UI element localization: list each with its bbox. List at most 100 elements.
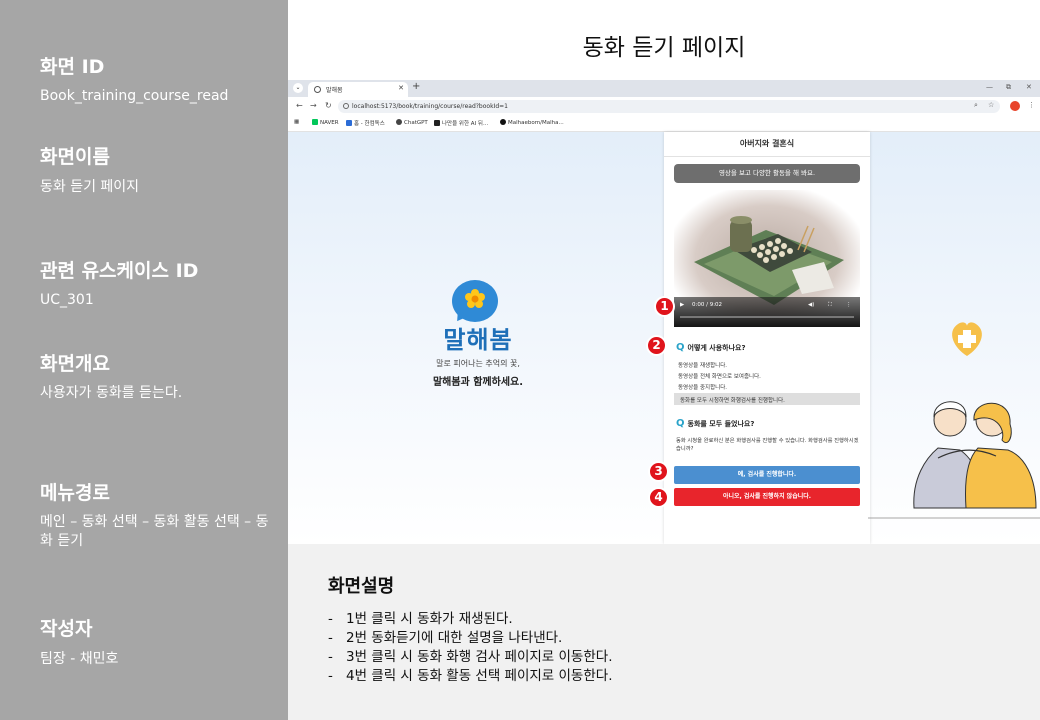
usecase-label: 관련 유스케이스 ID	[40, 260, 199, 282]
github-icon	[500, 119, 506, 125]
menu-path-label: 메뉴경로	[40, 482, 110, 504]
author-label: 작성자	[40, 618, 93, 640]
complete-heading: Q 동화를 모두 들었나요?	[676, 418, 754, 429]
menu-kebab-icon[interactable]: ⋮	[1028, 101, 1035, 109]
usage-step-1: 동영상을 재생합니다.	[678, 363, 728, 369]
url-text: localhost:5173/book/training/course/read…	[352, 103, 508, 110]
brand-tagline-2: 말해봄과 함께하세요.	[432, 377, 524, 388]
description-item: -4번 클릭 시 동화 활동 선택 페이지로 이동한다.	[328, 668, 613, 684]
bookmark-label: ChatGPT	[404, 120, 428, 126]
bookmark-hancom[interactable]: 홈 - 한컴독스	[346, 119, 385, 127]
usage-title: 어떻게 사용하나요?	[687, 344, 746, 352]
play-icon[interactable]: ▶	[680, 302, 684, 308]
usage-step-2: 동영상을 전체 화면으로 보여줍니다.	[678, 374, 761, 380]
description-item-text: 3번 클릭 시 동화 화행 검사 페이지로 이동한다.	[346, 649, 613, 665]
page-viewport: 말해봄 말로 피어나는 추억의 꽃, 말해봄과 함께하세요. 아버지와 결혼식 …	[288, 132, 1040, 544]
bookmark-star-icon[interactable]: ☆	[988, 101, 994, 109]
bookmark-chatgpt[interactable]: ChatGPT	[396, 119, 428, 126]
browser-tab[interactable]: 말해봄 ✕	[308, 82, 408, 97]
complete-text: 동화 시청을 완료하신 분은 화행검사를 진행할 수 있습니다. 화행검사를 진…	[676, 438, 859, 452]
hancom-icon	[346, 120, 352, 126]
apps-grid-icon[interactable]: ▦	[294, 119, 299, 125]
callout-marker-1: 1	[654, 296, 675, 317]
screen-name-label: 화면이름	[40, 146, 110, 168]
start-test-button[interactable]: 예, 검사를 진행합니다.	[674, 466, 860, 484]
description-item-text: 2번 동화듣기에 대한 설명을 나타낸다.	[346, 630, 563, 646]
title-divider	[664, 156, 870, 157]
fullscreen-icon[interactable]: ⛶	[828, 302, 832, 309]
restore-icon[interactable]: ⧉	[1006, 83, 1011, 92]
site-info-icon[interactable]	[343, 103, 349, 109]
description-item-text: 1번 클릭 시 동화가 재생된다.	[346, 611, 513, 627]
profile-avatar[interactable]	[1010, 101, 1020, 111]
usage-note: 동화를 모두 시청하면 화행검사를 진행합니다.	[674, 393, 860, 405]
description-list: -1번 클릭 시 동화가 재생된다. -2번 동화듣기에 대한 설명을 나타낸다…	[328, 610, 612, 686]
page-title: 동화 듣기 페이지	[582, 35, 746, 61]
flower-icon	[465, 289, 485, 308]
video-player[interactable]: ▶ 0:00 / 9:02 ◀) ⛶ ⋮	[674, 190, 860, 327]
mobile-app-frame: 아버지와 결혼식 영상을 보고 다양한 활동을 해 봐요. ▶ 0:00 / 9…	[664, 132, 870, 544]
close-window-icon[interactable]: ✕	[1026, 83, 1032, 91]
bookmark-label: 홈 - 한컴독스	[354, 121, 385, 127]
screen-name-value: 동화 듣기 페이지	[40, 179, 140, 195]
bookmark-ai[interactable]: 나만을 위한 AI 뒤...	[434, 119, 488, 127]
q-mark: Q	[676, 342, 685, 353]
description-item: -3번 클릭 시 동화 화행 검사 페이지로 이동한다.	[328, 649, 613, 665]
spec-panel: 화면 ID Book_training_course_read 화면이름 동화 …	[0, 0, 288, 720]
couple-illustration	[868, 322, 1040, 519]
bookmarks-bar: ▦ NAVER 홈 - 한컴독스 ChatGPT 나만을 위한 AI 뒤... …	[288, 115, 1040, 132]
instruction-banner: 영상을 보고 다양한 활동을 해 봐요.	[674, 164, 860, 183]
screen-id-label: 화면 ID	[40, 56, 105, 78]
callout-marker-3: 3	[648, 461, 669, 482]
tab-strip: ⌄ 말해봄 ✕ + — ⧉ ✕	[288, 80, 1040, 97]
back-icon[interactable]: ←	[296, 101, 303, 110]
description-item-text: 4번 클릭 시 동화 활동 선택 페이지로 이동한다.	[346, 668, 613, 684]
usage-step-3: 동영상을 중지합니다.	[678, 385, 728, 391]
q-mark: Q	[676, 418, 685, 429]
naver-icon	[312, 119, 318, 125]
description-item: -2번 동화듣기에 대한 설명을 나타낸다.	[328, 630, 563, 646]
new-tab-icon[interactable]: +	[412, 81, 420, 92]
tab-search-icon[interactable]: ⌄	[293, 83, 303, 93]
bookmark-naver[interactable]: NAVER	[312, 119, 339, 126]
bookmark-github[interactable]: Malhaebom/Malha...	[500, 119, 564, 126]
callout-marker-4: 4	[648, 487, 669, 508]
forward-icon[interactable]: →	[310, 101, 317, 110]
minimize-icon[interactable]: —	[986, 83, 993, 91]
complete-title: 동화를 모두 들었나요?	[687, 420, 755, 428]
video-progress-bar[interactable]	[680, 316, 854, 318]
volume-icon[interactable]: ◀)	[808, 302, 814, 308]
bookmark-label: Malhaebom/Malha...	[508, 120, 564, 126]
browser-window: ⌄ 말해봄 ✕ + — ⧉ ✕ ← → ↻ localhost:5173/boo…	[288, 80, 1040, 544]
overview-value: 사용자가 동화를 듣는다.	[40, 385, 183, 401]
brand-name: 말해봄	[443, 326, 513, 354]
story-title: 아버지와 결혼식	[739, 139, 795, 148]
address-toolbar: ← → ↻ localhost:5173/book/training/cours…	[288, 97, 1040, 115]
video-more-icon[interactable]: ⋮	[846, 302, 852, 308]
menu-path-value: 메인 – 동화 선택 – 동화 활동 선택 – 동화 듣기	[40, 514, 269, 549]
description-item: -1번 클릭 시 동화가 재생된다.	[328, 611, 513, 627]
description-heading: 화면설명	[328, 576, 395, 597]
usage-heading: Q 어떻게 사용하나요?	[676, 342, 746, 353]
description-panel: 화면설명 -1번 클릭 시 동화가 재생된다. -2번 동화듣기에 대한 설명을…	[288, 544, 1040, 720]
author-value: 팀장 - 채민호	[40, 651, 119, 667]
browser-tab-title: 말해봄	[326, 87, 343, 94]
zoom-icon[interactable]: ⌕	[974, 101, 978, 110]
usecase-value: UC_301	[40, 292, 94, 308]
video-time: 0:00 / 9:02	[692, 302, 723, 308]
brand-tagline-1: 말로 피어나는 추억의 꽃,	[436, 359, 520, 368]
callout-marker-2: 2	[646, 335, 667, 356]
ai-icon	[434, 120, 440, 126]
address-bar[interactable]: localhost:5173/book/training/course/read…	[338, 100, 1000, 113]
screen-id-value: Book_training_course_read	[40, 88, 229, 104]
heart-cross-icon	[952, 322, 982, 356]
spec-sheet: 화면 ID Book_training_course_read 화면이름 동화 …	[0, 0, 1040, 720]
reload-icon[interactable]: ↻	[325, 101, 332, 110]
close-tab-icon[interactable]: ✕	[398, 84, 404, 92]
globe-icon	[314, 86, 321, 93]
chatgpt-icon	[396, 119, 402, 125]
overview-label: 화면개요	[40, 353, 110, 375]
bookmark-label: 나만을 위한 AI 뒤...	[442, 121, 489, 127]
bookmark-label: NAVER	[320, 120, 339, 126]
skip-test-button[interactable]: 아니오, 검사를 진행하지 않습니다.	[674, 488, 860, 506]
